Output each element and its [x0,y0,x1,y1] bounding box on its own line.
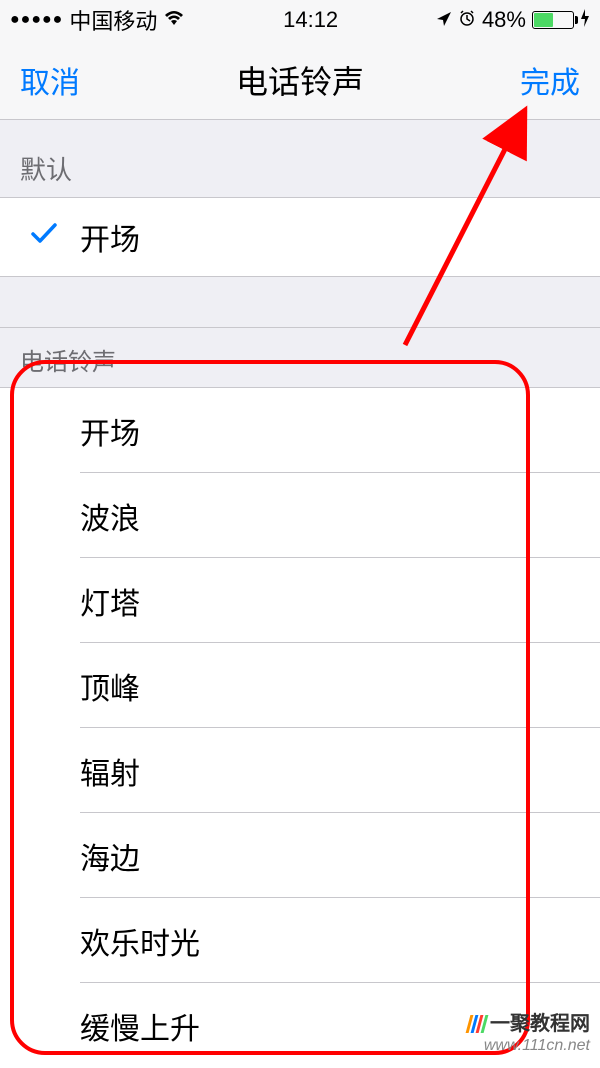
section-header-ringtones: 电话铃声 [0,328,600,388]
watermark-brand: 一聚教程网 [490,1012,590,1036]
ringtone-label: 灯塔 [80,579,140,623]
location-icon [436,7,452,33]
wifi-icon [163,7,185,33]
checkmark-icon [30,220,80,254]
ringtone-label: 开场 [80,409,140,453]
watermark-url: www.111cn.net [468,1036,590,1055]
done-button[interactable]: 完成 [520,58,580,102]
ringtone-item[interactable]: 波浪 [0,473,600,558]
status-left: ●●●●● 中国移动 [10,4,185,36]
ringtone-item[interactable]: 顶峰 [0,643,600,728]
ringtone-list: 电话铃声 开场 波浪 灯塔 顶峰 辐射 海边 欢乐时光 缓慢上升 [0,327,600,1068]
watermark: 一聚教程网 www.111cn.net [468,1012,590,1055]
cancel-button[interactable]: 取消 [20,58,80,102]
ringtone-label: 缓慢上升 [80,1004,200,1048]
battery-icon [532,11,574,29]
ringtone-item[interactable]: 海边 [0,813,600,898]
page-title: 电话铃声 [236,57,364,103]
ringtone-label: 波浪 [80,494,140,538]
charging-icon [580,7,590,33]
alarm-icon [458,7,476,33]
ringtone-label: 辐射 [80,749,140,793]
ringtone-item[interactable]: 灯塔 [0,558,600,643]
ringtone-label: 欢乐时光 [80,919,200,963]
default-ringtone-cell[interactable]: 开场 [0,197,600,277]
watermark-stripes-icon [468,1015,486,1033]
status-time: 14:12 [283,7,338,33]
status-right: 48% [436,7,590,33]
ringtone-item[interactable]: 开场 [0,388,600,473]
section-header-default: 默认 [0,120,600,197]
nav-bar: 取消 电话铃声 完成 [0,40,600,120]
ringtone-item[interactable]: 欢乐时光 [0,898,600,983]
ringtone-label: 海边 [80,834,140,878]
default-ringtone-label: 开场 [80,215,580,259]
ringtone-item[interactable]: 辐射 [0,728,600,813]
ringtone-label: 顶峰 [80,664,140,708]
signal-dots-icon: ●●●●● [10,11,63,29]
status-bar: ●●●●● 中国移动 14:12 48% [0,0,600,40]
battery-percent: 48% [482,7,526,33]
carrier-label: 中国移动 [69,4,157,36]
